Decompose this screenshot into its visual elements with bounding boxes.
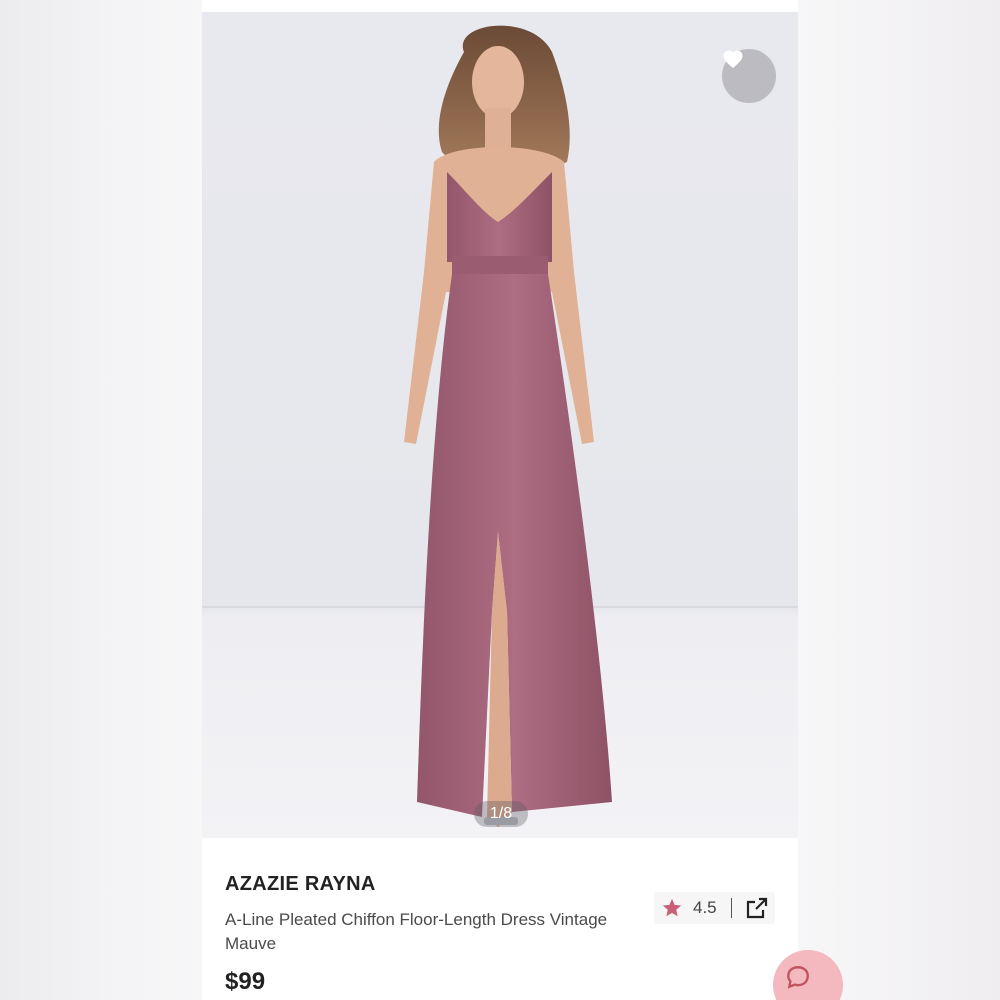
left-background bbox=[0, 0, 202, 1000]
rating-value: 4.5 bbox=[693, 898, 717, 917]
right-background bbox=[798, 0, 1000, 1000]
heart-icon bbox=[723, 50, 743, 69]
product-description[interactable]: A-Line Pleated Chiffon Floor-Length Dres… bbox=[225, 908, 625, 956]
divider bbox=[730, 898, 732, 918]
dress-illustration bbox=[202, 25, 798, 827]
chat-icon bbox=[787, 966, 809, 989]
image-counter: 1/8 bbox=[474, 801, 528, 827]
share-icon[interactable] bbox=[745, 896, 769, 920]
product-image[interactable]: 1/8 bbox=[202, 12, 798, 838]
product-price: $99 bbox=[225, 968, 266, 995]
favorite-button[interactable] bbox=[722, 49, 776, 103]
star-icon bbox=[662, 898, 682, 917]
product-card[interactable]: 1/8 AZAZIE RAYNA A-Line Pleated Chiffon … bbox=[202, 0, 798, 1000]
rating-share-bar: 4.5 bbox=[654, 892, 775, 924]
product-brand[interactable]: AZAZIE RAYNA bbox=[225, 873, 376, 896]
